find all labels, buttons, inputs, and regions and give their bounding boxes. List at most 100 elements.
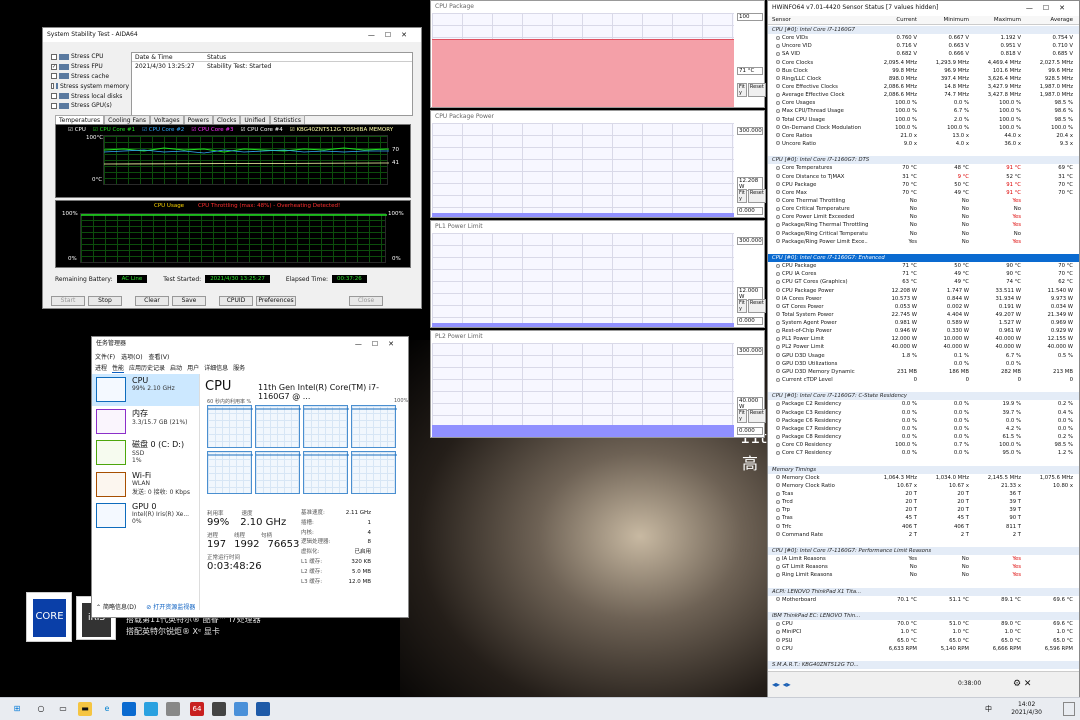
sensor-row[interactable]: Bus Clock 99.8 MHz 96.9 MHz 101.6 MHz 99.6 M… bbox=[768, 67, 1079, 75]
tab-services[interactable]: 服务 bbox=[233, 363, 245, 373]
search-icon[interactable]: ○ bbox=[34, 702, 48, 716]
resource-gpu[interactable]: GPU 0 Intel(R) Iris(R) Xe... 0% bbox=[92, 500, 199, 532]
system-clock[interactable]: 14:02 2021/4/30 bbox=[1011, 701, 1042, 717]
legend-cpu[interactable]: ☑ CPU bbox=[68, 127, 86, 133]
option-stress-fpu[interactable]: ✓ Stress FPU bbox=[51, 62, 129, 72]
sensor-row[interactable]: Uncore Ratio 9.0 x 4.0 x 36.0 x 9.3 x bbox=[768, 140, 1079, 148]
sensor-row[interactable]: Average Effective Clock 2,086.6 MHz 74.7 M… bbox=[768, 91, 1079, 99]
ime-indicator[interactable]: 中 bbox=[985, 704, 992, 714]
sensor-row[interactable]: CPU IA Cores 71 °C 49 °C 90 °C 70 °C bbox=[768, 270, 1079, 278]
tab-voltages[interactable]: Voltages bbox=[150, 115, 184, 124]
window-controls[interactable]: —☐✕ bbox=[368, 28, 417, 42]
sensor-row[interactable]: Trcd 20 T 20 T 39 T bbox=[768, 498, 1079, 506]
legend-core4[interactable]: ☑ CPU Core #4 bbox=[241, 127, 283, 133]
sensor-row[interactable]: PSU 65.0 °C 65.0 °C 65.0 °C 65.0 °C bbox=[768, 637, 1079, 645]
sensor-row[interactable]: GT Cores Power 0.053 W 0.002 W 0.191 W 0.034… bbox=[768, 303, 1079, 311]
sensor-row[interactable]: Package C3 Residency 0.0 % 0.0 % 39.7 % 0.4 … bbox=[768, 409, 1079, 417]
tab-clocks[interactable]: Clocks bbox=[212, 115, 241, 124]
sensor-row[interactable]: Core Temperatures 70 °C 48 °C 91 °C 69 °C bbox=[768, 164, 1079, 172]
window-controls[interactable]: —☐✕ bbox=[1026, 1, 1075, 15]
sensor-row[interactable]: SA VID 0.682 V 0.666 V 0.818 V 0.685 V bbox=[768, 50, 1079, 58]
option-stress-memory[interactable]: Stress system memory bbox=[51, 81, 129, 91]
menu-file[interactable]: 文件(F) bbox=[95, 352, 115, 361]
resource-wifi[interactable]: Wi-Fi WLAN 发送: 0 接收: 0 Kbps bbox=[92, 469, 199, 501]
menu-options[interactable]: 选项(O) bbox=[121, 352, 142, 361]
store-icon[interactable] bbox=[144, 702, 158, 716]
sensor-row[interactable]: CPU Package 70 °C 50 °C 91 °C 70 °C bbox=[768, 181, 1079, 189]
sensor-row[interactable]: Package C2 Residency 0.0 % 0.0 % 19.9 % 0.2 … bbox=[768, 400, 1079, 408]
sensor-group[interactable]: CPU [#0]: Intel Core i7-1160G7: Enhanced bbox=[768, 253, 1079, 263]
file-explorer-icon[interactable]: ▬ bbox=[78, 702, 92, 716]
option-stress-cache[interactable]: Stress cache bbox=[51, 72, 129, 82]
col-sensor[interactable]: Sensor bbox=[768, 16, 868, 24]
legend-core1[interactable]: ☑ CPU Core #1 bbox=[93, 127, 135, 133]
resource-memory[interactable]: 内存 3.3/15.7 GB (21%) bbox=[92, 406, 199, 438]
preferences-button[interactable]: Preferences bbox=[256, 296, 296, 306]
window-controls[interactable]: —☐✕ bbox=[355, 337, 404, 351]
sensor-row[interactable]: Core Usages 100.0 % 0.0 % 100.0 % 98.5 % bbox=[768, 99, 1079, 107]
fit-y-button[interactable]: Fit y bbox=[737, 189, 747, 203]
tab-powers[interactable]: Powers bbox=[183, 115, 213, 124]
sensor-row[interactable]: Current cTDP Level 0 0 0 0 bbox=[768, 376, 1079, 384]
sensor-row[interactable]: Core VIDs 0.760 V 0.667 V 1.192 V 0.754 V bbox=[768, 34, 1079, 42]
sensor-row[interactable]: Package C7 Residency 0.0 % 0.0 % 4.2 % 0.0 % bbox=[768, 425, 1079, 433]
sensor-row[interactable]: Core C0 Residency 100.0 % 0.7 % 100.0 % 98.5… bbox=[768, 441, 1079, 449]
checkbox[interactable] bbox=[51, 102, 57, 109]
sensor-row[interactable]: GT Limit Reasons No No Yes bbox=[768, 563, 1079, 571]
fit-y-button[interactable]: Fit y bbox=[737, 83, 747, 97]
sensor-row[interactable]: Rest-of-Chip Power 0.946 W 0.330 W 0.961 W 0… bbox=[768, 327, 1079, 335]
sensor-row[interactable]: Total System Power 22.745 W 4.404 W 49.207 … bbox=[768, 311, 1079, 319]
tab-processes[interactable]: 进程 bbox=[95, 363, 107, 373]
task-manager-icon[interactable] bbox=[256, 702, 270, 716]
sensor-row[interactable]: Package C8 Residency 0.0 % 0.0 % 61.5 % 0.2 … bbox=[768, 433, 1079, 441]
sensor-row[interactable]: Core Max 70 °C 49 °C 91 °C 70 °C bbox=[768, 189, 1079, 197]
legend-core2[interactable]: ☑ CPU Core #2 bbox=[142, 127, 184, 133]
cpuid-button[interactable]: CPUID bbox=[219, 296, 253, 306]
legend-core3[interactable]: ☑ CPU Core #3 bbox=[191, 127, 233, 133]
sensor-group[interactable]: CPU [#0]: Intel Core i7-1160G7: C-State … bbox=[768, 392, 1079, 401]
sensor-row[interactable]: Core Clocks 2,095.4 MHz 1,293.9 MHz 4,469.4… bbox=[768, 59, 1079, 67]
checkbox[interactable] bbox=[51, 83, 54, 90]
option-stress-disks[interactable]: Stress local disks bbox=[51, 91, 129, 101]
tab-statistics[interactable]: Statistics bbox=[269, 115, 305, 124]
tab-temperatures[interactable]: Temperatures bbox=[55, 115, 105, 124]
sensor-row[interactable]: IA Limit Reasons Yes No Yes bbox=[768, 555, 1079, 563]
sensor-row[interactable]: Core Ratios 21.0 x 13.0 x 44.0 x 20.4 x bbox=[768, 132, 1079, 140]
sensor-group[interactable]: Memory Timings bbox=[768, 465, 1079, 474]
sensor-row[interactable]: Memory Clock Ratio 10.67 x 10.67 x 21.33 x 1… bbox=[768, 482, 1079, 490]
sensor-row[interactable]: PL2 Power Limit 40.000 W 40.000 W 40.000 W 4… bbox=[768, 343, 1079, 351]
sensor-group[interactable]: CPU [#0]: Intel Core i7-1160G7: DTS bbox=[768, 156, 1079, 165]
sensor-row[interactable]: Trp 20 T 20 T 39 T bbox=[768, 506, 1079, 514]
sensor-group[interactable]: ACPI: LENOVO ThinkPad X1 Tita... bbox=[768, 587, 1079, 596]
stop-button[interactable]: Stop bbox=[88, 296, 122, 306]
sensor-row[interactable]: Core Distance to TjMAX 31 °C 9 °C 52 °C 31 °… bbox=[768, 173, 1079, 181]
col-current[interactable]: Current bbox=[868, 16, 920, 24]
settings-icons[interactable]: ⚙ ✕ bbox=[1013, 679, 1031, 689]
mail-icon[interactable] bbox=[122, 702, 136, 716]
sensor-row[interactable]: Tcas 20 T 20 T 36 T bbox=[768, 490, 1079, 498]
option-stress-gpu[interactable]: Stress GPU(s) bbox=[51, 101, 129, 111]
option-stress-cpu[interactable]: Stress CPU bbox=[51, 52, 129, 62]
task-view-icon[interactable]: ▭ bbox=[56, 702, 70, 716]
edge-icon[interactable]: e bbox=[100, 702, 114, 716]
start-button[interactable]: Start bbox=[51, 296, 85, 306]
checkbox[interactable] bbox=[51, 73, 57, 80]
close-button[interactable]: Close bbox=[349, 296, 383, 306]
sensor-group[interactable]: IBM ThinkPad EC: LENOVO Thin... bbox=[768, 612, 1079, 621]
sensor-row[interactable]: Core Critical Temperature No No No bbox=[768, 205, 1079, 213]
tab-cooling-fans[interactable]: Cooling Fans bbox=[104, 115, 151, 124]
reset-button[interactable]: Reset bbox=[747, 189, 766, 203]
tab-performance[interactable]: 性能 bbox=[112, 363, 125, 373]
tab-details[interactable]: 详细信息 bbox=[204, 363, 228, 373]
sensor-row[interactable]: Core Effective Clocks 2,086.6 MHz 14.8 MHz… bbox=[768, 83, 1079, 91]
reset-button[interactable]: Reset bbox=[747, 83, 766, 97]
reset-button[interactable]: Reset bbox=[747, 299, 766, 313]
start-icon[interactable]: ⊞ bbox=[10, 702, 24, 716]
open-resource-monitor-link[interactable]: ⊘ 打开资源监视器 bbox=[146, 602, 195, 611]
sensor-group[interactable]: S.M.A.R.T.: KBG40ZNT512G TO... bbox=[768, 660, 1079, 670]
menu-view[interactable]: 查看(V) bbox=[149, 352, 170, 361]
tab-app-history[interactable]: 应用历史记录 bbox=[129, 363, 165, 373]
sensor-row[interactable]: IA Cores Power 10.573 W 0.844 W 31.934 W 9.9… bbox=[768, 295, 1079, 303]
sensor-row[interactable]: System Agent Power 0.981 W 0.589 W 1.527 W 0… bbox=[768, 319, 1079, 327]
tab-unified[interactable]: Unified bbox=[240, 115, 270, 124]
